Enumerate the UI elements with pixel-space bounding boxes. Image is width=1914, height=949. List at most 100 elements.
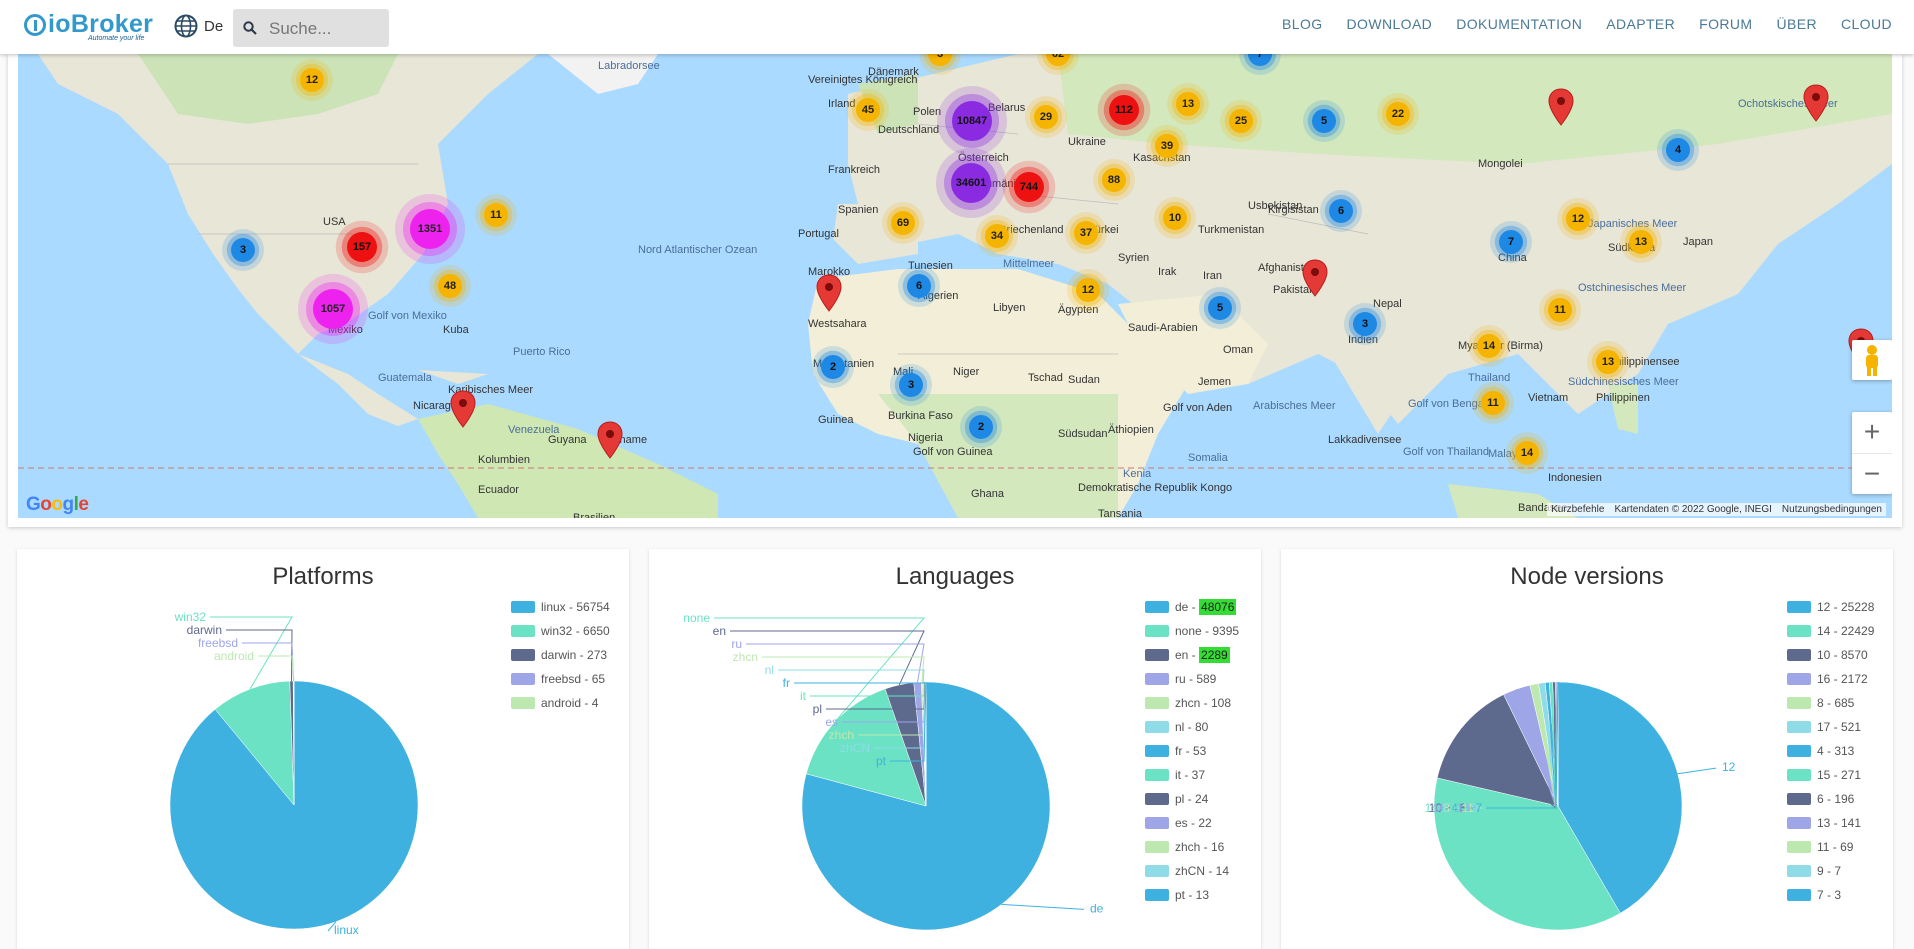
marker-cluster[interactable]: 7	[1499, 230, 1523, 254]
marker-cluster[interactable]: 14	[1515, 441, 1539, 465]
map-pin-icon[interactable]	[816, 274, 842, 312]
nav-adapter[interactable]: ADAPTER	[1606, 16, 1675, 32]
legend-label: zhch - 16	[1175, 840, 1224, 854]
search-input[interactable]	[267, 13, 387, 45]
marker-cluster[interactable]: 10847	[952, 101, 992, 141]
marker-cluster[interactable]: 11	[1548, 298, 1572, 322]
marker-cluster[interactable]: 157	[347, 232, 377, 262]
pie-slice-label: pt	[876, 754, 887, 768]
marker-cluster[interactable]: 13	[1176, 92, 1200, 116]
marker-cluster[interactable]: 34601	[951, 163, 991, 203]
nav-blog[interactable]: BLOG	[1282, 16, 1323, 32]
marker-cluster[interactable]: 29	[1034, 105, 1058, 129]
legend-swatch	[1145, 649, 1169, 661]
marker-cluster[interactable]: 744	[1014, 172, 1044, 202]
map-pin-icon[interactable]	[597, 421, 623, 459]
marker-cluster[interactable]: 11	[1481, 391, 1505, 415]
marker-cluster[interactable]: 13	[1596, 350, 1620, 374]
marker-cluster[interactable]: 4	[1666, 138, 1690, 162]
marker-cluster[interactable]: 1057	[313, 289, 353, 329]
legend-label: 11 - 69	[1817, 840, 1853, 854]
map-place-label: Kirgisistan	[1268, 204, 1319, 216]
map-attribution: Kurzbefehle Kartendaten © 2022 Google, I…	[1547, 503, 1886, 516]
marker-cluster[interactable]: 12	[1076, 278, 1100, 302]
pie-slice-label: 12	[1722, 760, 1736, 774]
marker-cluster[interactable]: 13	[1629, 230, 1653, 254]
marker-cluster[interactable]: 88	[1102, 168, 1126, 192]
legend-label: android - 4	[541, 696, 598, 710]
legend-swatch	[511, 673, 535, 685]
map-place-label: Turkmenistan	[1198, 224, 1264, 236]
map-pin-icon[interactable]	[450, 390, 476, 428]
map-place-label: Oman	[1223, 344, 1253, 356]
zoom-in-button[interactable]: +	[1852, 412, 1892, 454]
legend-swatch	[1145, 817, 1169, 829]
legend-swatch	[511, 625, 535, 637]
map-place-label: Golf von Guinea	[913, 446, 993, 458]
marker-cluster[interactable]: 48	[438, 274, 462, 298]
legend-label: 10 - 8570	[1817, 648, 1868, 662]
legend-label: 4 - 313	[1817, 744, 1854, 758]
keyboard-shortcuts-link[interactable]: Kurzbefehle	[1551, 504, 1604, 515]
legend-label: 13 - 141	[1817, 816, 1861, 830]
legend-swatch	[1145, 673, 1169, 685]
map-place-label: Vietnam	[1528, 392, 1568, 404]
marker-cluster[interactable]: 25	[1229, 109, 1253, 133]
marker-cluster[interactable]: 45	[856, 98, 880, 122]
marker-cluster[interactable]: 6	[1329, 199, 1353, 223]
map-place-label: Tschad	[1028, 372, 1063, 384]
marker-cluster[interactable]: 5	[1312, 109, 1336, 133]
marker-cluster[interactable]: 12	[1566, 207, 1590, 231]
pie-slice-label: en	[713, 624, 726, 638]
marker-cluster[interactable]: 2	[969, 415, 993, 439]
zoom-controls: + −	[1852, 412, 1892, 494]
marker-cluster[interactable]: 10	[1163, 206, 1187, 230]
marker-cluster[interactable]: 39	[1155, 134, 1179, 158]
marker-cluster[interactable]: 2	[821, 355, 845, 379]
top-navbar: ioBroker Automate your life De BLOG DOWN…	[0, 0, 1914, 54]
marker-cluster[interactable]: 11	[484, 203, 508, 227]
nav-download[interactable]: DOWNLOAD	[1347, 16, 1433, 32]
legend-swatch	[1145, 697, 1169, 709]
nav-documentation[interactable]: DOKUMENTATION	[1456, 16, 1582, 32]
marker-cluster[interactable]: 69	[891, 211, 915, 235]
map-place-label: Japanisches Meer	[1588, 218, 1677, 230]
marker-cluster[interactable]: 112	[1109, 95, 1139, 125]
pie-label-line	[778, 670, 924, 682]
marker-cluster[interactable]: 22	[1386, 102, 1410, 126]
legend-swatch	[1145, 745, 1169, 757]
marker-cluster[interactable]: 34	[985, 224, 1009, 248]
map-place-label: Golf von Mexiko	[368, 310, 447, 322]
map-place-label: Mongolei	[1478, 158, 1523, 170]
legend-label: win32 - 6650	[541, 624, 610, 638]
marker-cluster[interactable]: 3	[1353, 312, 1377, 336]
marker-cluster[interactable]: 5	[1208, 296, 1232, 320]
marker-cluster[interactable]: 37	[1074, 221, 1098, 245]
pegman-icon	[1852, 340, 1892, 380]
marker-cluster[interactable]: 12	[300, 68, 324, 92]
nav-about[interactable]: ÜBER	[1776, 16, 1817, 32]
legend-swatch	[1145, 793, 1169, 805]
map-pin-icon[interactable]	[1302, 259, 1328, 297]
zoom-out-button[interactable]: −	[1852, 454, 1892, 495]
marker-cluster[interactable]: 6	[907, 274, 931, 298]
marker-cluster[interactable]: 3	[899, 373, 923, 397]
terms-link[interactable]: Nutzungsbedingungen	[1782, 504, 1882, 515]
world-map[interactable]: LabradorseeDänemarkVereinigtes Königreic…	[18, 54, 1892, 518]
map-place-label: Arabisches Meer	[1253, 400, 1336, 412]
marker-cluster[interactable]: 1351	[410, 209, 450, 249]
street-view-pegman[interactable]	[1852, 340, 1892, 380]
map-pin-icon[interactable]	[1803, 84, 1829, 122]
legend-label: it - 37	[1175, 768, 1205, 782]
highlighted-value: 48076	[1199, 599, 1236, 615]
map-place-label: Golf von Thailand	[1403, 446, 1489, 458]
map-place-label: Ägypten	[1058, 304, 1098, 316]
marker-cluster[interactable]: 3	[231, 238, 255, 262]
language-label: De	[204, 18, 223, 35]
nav-forum[interactable]: FORUM	[1699, 16, 1752, 32]
map-pin-icon[interactable]	[1548, 88, 1574, 126]
nav-cloud[interactable]: CLOUD	[1841, 16, 1892, 32]
legend-swatch	[1787, 769, 1811, 781]
marker-cluster[interactable]: 14	[1477, 334, 1501, 358]
pie-slice-label: linux	[334, 923, 359, 937]
